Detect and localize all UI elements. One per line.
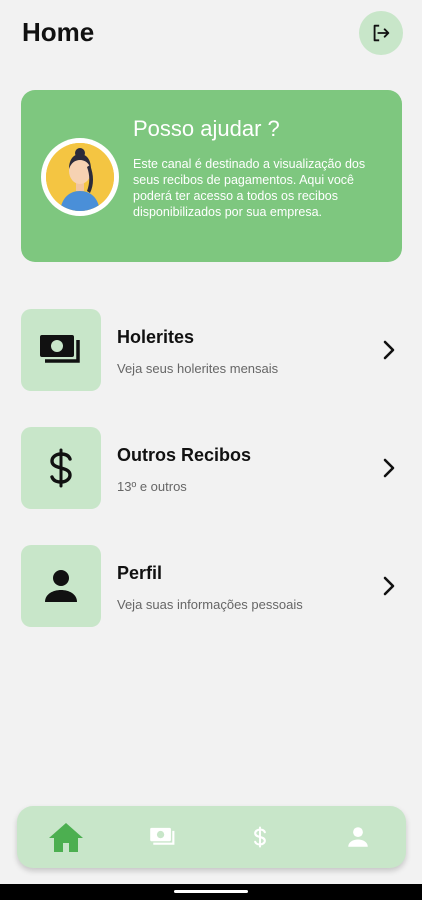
app-header: Home — [0, 0, 422, 70]
person-icon — [45, 570, 77, 602]
menu-subtitle: Veja seus holerites mensais — [117, 361, 279, 376]
help-title: Posso ajudar ? — [133, 116, 280, 141]
home-icon — [49, 823, 83, 852]
help-card: Posso ajudar ? Este canal é destinado a … — [21, 90, 402, 262]
nav-outros-recibos[interactable] — [230, 806, 290, 868]
logout-icon — [373, 24, 390, 42]
money-stack-icon — [40, 335, 80, 363]
menu-item-perfil[interactable]: Perfil Veja suas informações pessoais — [21, 545, 402, 627]
menu-subtitle: Veja suas informações pessoais — [117, 597, 303, 612]
nav-home[interactable] — [36, 806, 96, 868]
menu-title: Outros Recibos — [117, 445, 252, 465]
menu-icon-box — [21, 309, 101, 391]
money-stack-icon — [150, 827, 175, 845]
nav-perfil[interactable] — [328, 806, 388, 868]
menu-subtitle: 13º e outros — [117, 479, 187, 494]
help-description: Este canal é destinado a visualização do… — [133, 157, 366, 219]
menu-title: Perfil — [117, 563, 163, 583]
bottom-nav — [17, 806, 406, 868]
logout-button[interactable] — [359, 11, 403, 55]
dollar-icon — [254, 826, 266, 848]
home-indicator[interactable] — [174, 890, 248, 893]
menu-icon-box — [21, 545, 101, 627]
avatar — [41, 138, 119, 216]
dollar-icon — [50, 448, 72, 488]
chevron-right-icon — [379, 573, 399, 599]
person-icon — [348, 827, 368, 847]
menu-item-outros-recibos[interactable]: Outros Recibos 13º e outros — [21, 427, 402, 509]
menu-item-holerites[interactable]: Holerites Veja seus holerites mensais — [21, 309, 402, 391]
menu-title: Holerites — [117, 327, 195, 347]
page-title: Home — [22, 17, 95, 47]
avatar-woman-icon — [46, 143, 114, 211]
nav-holerites[interactable] — [133, 806, 193, 868]
chevron-right-icon — [379, 337, 399, 363]
chevron-right-icon — [379, 455, 399, 481]
menu-icon-box — [21, 427, 101, 509]
